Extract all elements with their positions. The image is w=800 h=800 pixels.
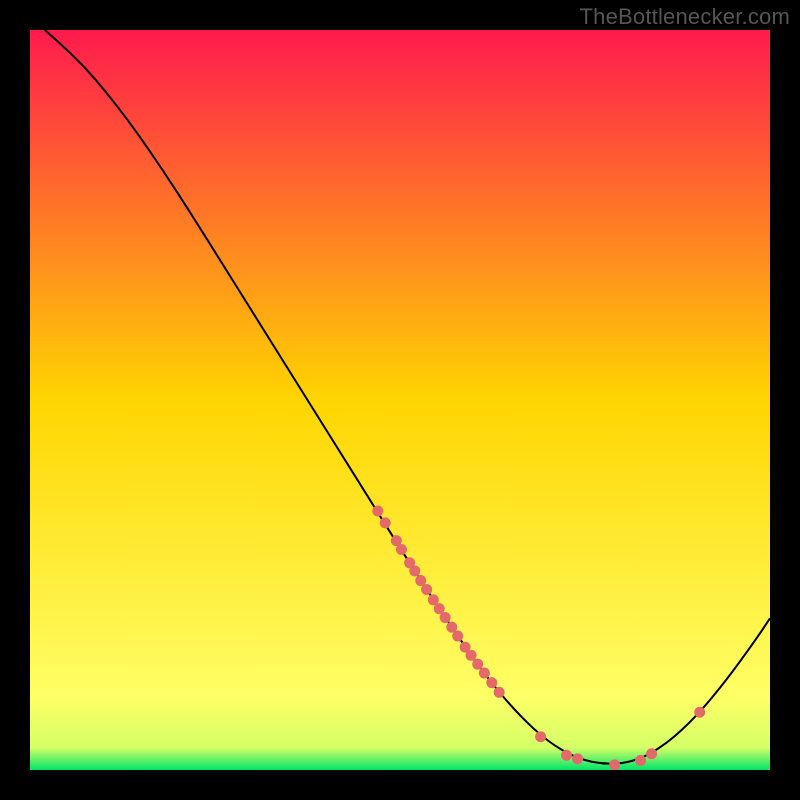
marker-point xyxy=(646,748,657,759)
marker-point xyxy=(421,584,432,595)
marker-point xyxy=(380,517,391,528)
marker-point xyxy=(694,707,705,718)
marker-point xyxy=(472,659,483,670)
attribution-text: TheBottlenecker.com xyxy=(580,4,790,30)
marker-point xyxy=(452,631,463,642)
marker-point xyxy=(372,506,383,517)
marker-point xyxy=(535,731,546,742)
marker-point xyxy=(466,650,477,661)
marker-point xyxy=(572,753,583,764)
marker-point xyxy=(635,755,646,766)
marker-point xyxy=(609,759,620,770)
marker-point xyxy=(486,677,497,688)
marker-point xyxy=(561,750,572,761)
marker-point xyxy=(494,687,505,698)
chart-container: TheBottlenecker.com xyxy=(0,0,800,800)
plot-background xyxy=(30,30,770,770)
chart-svg xyxy=(0,0,800,800)
marker-point xyxy=(396,544,407,555)
marker-point xyxy=(409,565,420,576)
marker-point xyxy=(479,668,490,679)
marker-point xyxy=(440,612,451,623)
